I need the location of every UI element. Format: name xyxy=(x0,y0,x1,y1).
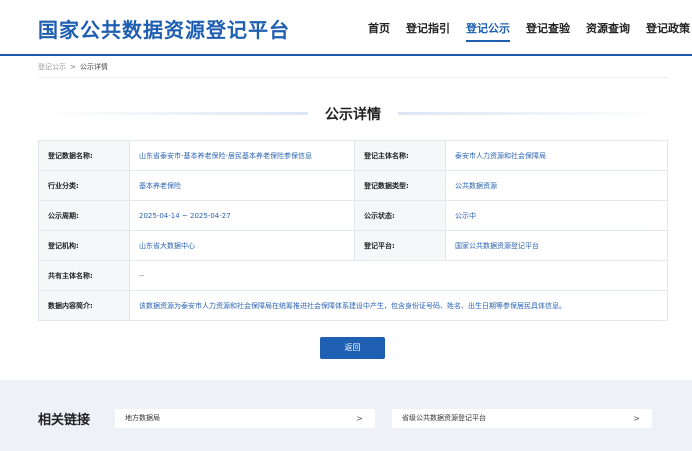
field-label: 登记主体名称: xyxy=(354,140,446,171)
site-header: 国家公共数据资源登记平台 首页 登记指引 登记公示 登记查验 资源查询 登记政策 xyxy=(0,0,692,56)
field-label: 公示周期: xyxy=(38,200,130,231)
field-value: 公示中 xyxy=(445,200,668,231)
field-label: 登记平台: xyxy=(354,230,446,261)
nav-item-guide[interactable]: 登记指引 xyxy=(406,20,450,36)
field-label: 数据内容简介: xyxy=(38,290,130,321)
nav-item-publicity[interactable]: 登记公示 xyxy=(466,20,510,42)
table-row: 公示周期: 2025-04-14 ~ 2025-04-27 公示状态: 公示中 xyxy=(38,200,668,231)
nav-item-resource-query[interactable]: 资源查询 xyxy=(586,20,630,36)
heading-divider-right xyxy=(398,112,668,115)
table-row: 登记机构: 山东省大数据中心 登记平台: 国家公共数据资源登记平台 xyxy=(38,230,668,261)
field-label: 行业分类: xyxy=(38,170,130,201)
field-label: 登记数据名称: xyxy=(38,140,130,171)
detail-table: 登记数据名称: 山东省泰安市-基本养老保险-居民基本养老保险参保信息 登记主体名… xyxy=(38,140,668,321)
detail-heading: 公示详情 xyxy=(38,104,668,124)
table-row: 行业分类: 基本养老保险 登记数据类型: 公共数据资源 xyxy=(38,170,668,201)
field-label: 登记机构: xyxy=(38,230,130,261)
field-label: 公示状态: xyxy=(354,200,446,231)
field-value: 基本养老保险 xyxy=(129,170,355,201)
field-value: -- xyxy=(129,260,668,291)
breadcrumb-current: 公示详情 xyxy=(79,63,108,71)
field-value: 国家公共数据资源登记平台 xyxy=(445,230,668,261)
site-title[interactable]: 国家公共数据资源登记平台 xyxy=(38,14,290,43)
related-links-section: 相关链接 地方数据局 > 省级公共数据资源登记平台 > xyxy=(0,380,692,451)
related-link-label: 地方数据局 xyxy=(125,414,160,422)
breadcrumb: 登记公示 > 公示详情 xyxy=(38,62,668,78)
field-value: 山东省泰安市-基本养老保险-居民基本养老保险参保信息 xyxy=(129,140,355,171)
field-value: 2025-04-14 ~ 2025-04-27 xyxy=(129,200,355,231)
related-link-local-data-bureau[interactable]: 地方数据局 > xyxy=(115,409,375,428)
field-value: 公共数据资源 xyxy=(445,170,668,201)
table-row: 登记数据名称: 山东省泰安市-基本养老保险-居民基本养老保险参保信息 登记主体名… xyxy=(38,140,668,171)
back-button[interactable]: 返回 xyxy=(320,337,385,359)
field-value: 该数据资源为泰安市人力资源和社会保障局在统筹推进社会保障体系建设中产生，包含身份… xyxy=(129,290,668,321)
nav-item-policy[interactable]: 登记政策 xyxy=(646,20,690,36)
field-value: 泰安市人力资源和社会保障局 xyxy=(445,140,668,171)
nav-item-home[interactable]: 首页 xyxy=(368,20,390,36)
field-value: 山东省大数据中心 xyxy=(129,230,355,261)
table-row: 共有主体名称: -- xyxy=(38,260,668,291)
chevron-right-icon: > xyxy=(356,414,363,423)
main-nav: 首页 登记指引 登记公示 登记查验 资源查询 登记政策 xyxy=(368,20,690,42)
related-link-provincial-platform[interactable]: 省级公共数据资源登记平台 > xyxy=(392,409,652,428)
chevron-right-icon: > xyxy=(633,414,640,423)
nav-item-verify[interactable]: 登记查验 xyxy=(526,20,570,36)
related-links-title: 相关链接 xyxy=(38,413,91,428)
breadcrumb-parent-link[interactable]: 登记公示 xyxy=(38,63,66,71)
related-link-label: 省级公共数据资源登记平台 xyxy=(402,414,486,422)
field-label: 登记数据类型: xyxy=(354,170,446,201)
table-row: 数据内容简介: 该数据资源为泰安市人力资源和社会保障局在统筹推进社会保障体系建设… xyxy=(38,290,668,321)
field-label: 共有主体名称: xyxy=(38,260,130,291)
breadcrumb-separator: > xyxy=(70,63,76,71)
